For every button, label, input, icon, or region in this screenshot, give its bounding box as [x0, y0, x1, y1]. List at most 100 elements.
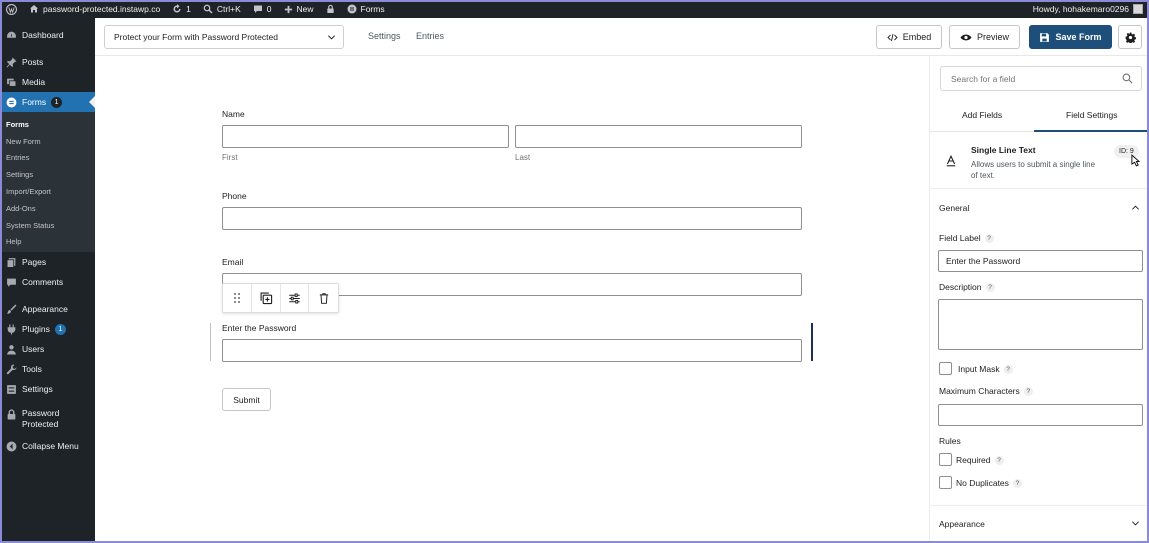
forms-icon [6, 97, 17, 107]
comment-icon [253, 5, 262, 13]
duplicate-field-button[interactable] [252, 284, 281, 312]
new-label: New [296, 4, 314, 14]
admin-sidebar: Dashboard Posts Media Forms 1 Forms New … [0, 18, 95, 543]
preview-button[interactable]: Preview [949, 25, 1020, 49]
trash-icon [319, 292, 328, 304]
description-label-text: Description [939, 282, 982, 292]
delete-field-button[interactable] [309, 284, 338, 312]
form-title: Protect your Form with Password Protecte… [114, 32, 278, 42]
sidebar-item-media[interactable]: Media [0, 72, 95, 92]
chevron-down-icon[interactable] [1131, 519, 1140, 528]
forms-adminbar-label: Forms [360, 4, 385, 14]
password-input[interactable] [222, 339, 802, 362]
input-mask-checkbox[interactable] [939, 362, 952, 375]
save-form-button[interactable]: Save Form [1029, 25, 1112, 49]
form-selector[interactable]: Protect your Form with Password Protecte… [104, 25, 344, 49]
updates-link[interactable]: 1 [166, 0, 197, 18]
search-shortcut-button[interactable]: Ctrl+K [197, 0, 247, 18]
refresh-icon [173, 4, 181, 13]
field-label-text: Field Label [939, 233, 981, 243]
field-search-input[interactable]: Search for a field [940, 66, 1142, 91]
sidebar-label: Forms [22, 97, 47, 107]
submenu-item-new-form[interactable]: New Form [0, 133, 95, 150]
sidebar-item-settings[interactable]: Settings [0, 379, 95, 399]
appearance-section-header[interactable]: Appearance [939, 519, 985, 529]
sidebar-label-line-2: Protected [22, 419, 59, 430]
comments-link[interactable]: 0 [247, 0, 278, 18]
required-label: Required ? [956, 455, 1004, 465]
text-field-type-icon [946, 155, 956, 167]
help-icon[interactable]: ? [1003, 364, 1013, 374]
description-textarea[interactable] [938, 299, 1143, 350]
tab-add-fields[interactable]: Add Fields [962, 110, 1002, 120]
help-icon[interactable]: ? [1012, 478, 1022, 488]
save-icon [1040, 32, 1050, 42]
field-options-button[interactable] [281, 284, 310, 312]
sidebar-item-password-protected[interactable]: Password Protected [0, 406, 95, 434]
sidebar-label: Password Protected [22, 408, 59, 430]
name-first-input[interactable] [222, 125, 509, 148]
field-type-title: Single Line Text [971, 145, 1036, 155]
sidebar-item-users[interactable]: Users [0, 339, 95, 359]
avatar [1133, 4, 1143, 14]
field-label-label: Field Label ? [939, 233, 994, 243]
comments-count: 0 [266, 4, 272, 14]
password-protected-link[interactable] [320, 0, 341, 18]
help-icon[interactable]: ? [985, 282, 995, 292]
wordpress-logo-button[interactable] [0, 0, 23, 18]
forms-badge: 1 [51, 96, 63, 108]
required-checkbox[interactable] [939, 453, 952, 466]
sidebar-item-comments[interactable]: Comments [0, 272, 95, 292]
tab-field-settings[interactable]: Field Settings [1066, 110, 1118, 120]
no-duplicates-label-text: No Duplicates [956, 478, 1009, 488]
submenu-item-help[interactable]: Help [0, 234, 95, 251]
help-icon[interactable]: ? [994, 455, 1004, 465]
sidebar-item-posts[interactable]: Posts [0, 52, 95, 72]
phone-input[interactable] [222, 207, 802, 230]
name-last-input[interactable] [515, 125, 802, 148]
chevron-up-icon[interactable] [1131, 203, 1140, 212]
account-menu[interactable]: Howdy, hohakemaro0296 [1033, 4, 1149, 14]
sidebar-item-plugins[interactable]: Plugins 1 [0, 319, 95, 339]
submenu-item-import-export[interactable]: Import/Export [0, 183, 95, 200]
sidebar-item-forms[interactable]: Forms 1 [0, 92, 95, 112]
site-name: password-protected.instawp.co [43, 4, 161, 14]
sidebar-item-tools[interactable]: Tools [0, 359, 95, 379]
sidebar-item-pages[interactable]: Pages [0, 252, 95, 272]
submenu-item-system-status[interactable]: System Status [0, 217, 95, 234]
field-label-input[interactable]: Enter the Password [938, 250, 1143, 272]
new-content-link[interactable]: New [278, 0, 320, 18]
general-section-header[interactable]: General [939, 203, 969, 213]
field-action-toolbar [222, 283, 339, 313]
active-field-right-marker [811, 323, 813, 361]
settings-link[interactable]: Settings [368, 31, 401, 41]
settings-icon [7, 384, 16, 394]
help-icon[interactable]: ? [984, 233, 994, 243]
max-chars-input[interactable] [938, 404, 1143, 426]
submenu-item-add-ons[interactable]: Add-Ons [0, 200, 95, 217]
submenu-item-forms[interactable]: Forms [0, 116, 95, 133]
forms-adminbar-link[interactable]: Forms [341, 0, 391, 18]
plugin-icon [7, 324, 16, 335]
sidebar-label: Pages [22, 257, 47, 268]
drag-handle-icon [233, 293, 240, 303]
sidebar-collapse-menu[interactable]: Collapse Menu [0, 436, 95, 456]
site-name-link[interactable]: password-protected.instawp.co [23, 0, 166, 18]
entries-link[interactable]: Entries [416, 31, 444, 41]
drag-handle-button[interactable] [223, 284, 252, 312]
active-field-left-marker [210, 323, 211, 361]
submenu-item-settings[interactable]: Settings [0, 166, 95, 183]
plugins-badge: 1 [54, 323, 66, 335]
no-duplicates-checkbox[interactable] [939, 476, 952, 489]
builder-settings-button[interactable] [1118, 25, 1142, 49]
embed-button[interactable]: Embed [876, 25, 942, 49]
sidebar-item-appearance[interactable]: Appearance [0, 299, 95, 319]
submit-label: Submit [233, 394, 260, 405]
submit-button[interactable]: Submit [222, 388, 271, 411]
sidebar-label: Media [22, 77, 46, 87]
howdy-text: Howdy, hohakemaro0296 [1032, 4, 1129, 14]
sidebar-item-dashboard[interactable]: Dashboard [0, 25, 95, 45]
help-icon[interactable]: ? [1023, 386, 1033, 396]
submenu-item-entries[interactable]: Entries [0, 150, 95, 167]
divider [930, 188, 1149, 189]
